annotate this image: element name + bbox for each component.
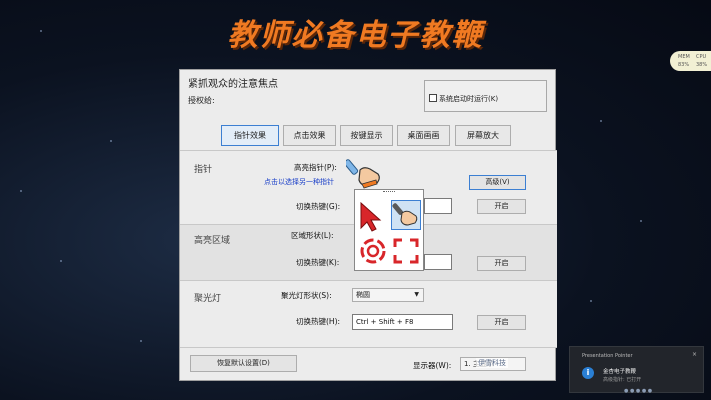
pointer-hotkey-field[interactable] [424,198,452,214]
display-label: 显示器(W): [413,361,452,370]
area-shape-label: 区域形状(L): [291,231,334,240]
spotlight-shape-value: 椭圆 [356,291,370,299]
star [600,120,602,122]
mem-value: 83% [678,62,690,68]
info-icon: i [582,367,594,379]
target-ring-icon[interactable] [359,237,387,265]
slide-controls[interactable]: ● ● ● ● ● [624,388,652,394]
pointer-section-title: 指针 [194,165,213,175]
popup-drag-handle[interactable] [383,191,395,194]
hand-pointer-icon[interactable] [343,156,386,190]
reset-defaults-button[interactable]: 恢复默认设置(D) [190,355,297,372]
spotlight-shape-select[interactable]: 椭圆 ▼ [352,288,424,302]
area-hotkey-label: 切换热键(K): [296,258,340,267]
star [640,220,642,222]
cpu-value: 38% [696,62,708,68]
settings-dialog: 紧抓观众的注意焦点 授权给: 系统启动时运行(K) 指针效果 点击效果 按键显示… [179,69,557,381]
watermark: 伊雪科技 [476,358,508,368]
spotlight-hotkey-label: 切换热键(H): [296,317,341,326]
star [140,340,142,342]
star [60,260,62,262]
startup-checkbox-label: 系统启动时运行(K) [439,95,499,103]
startup-checkbox[interactable]: 系统启动时运行(K) [429,94,498,104]
banner-title: 教师必备电子教鞭 [227,18,484,53]
checkbox-icon[interactable] [429,94,437,102]
toast-app-name: Presentation Pointer [582,353,633,359]
spotlight-title: 聚光灯 [194,294,222,304]
star [590,300,592,302]
tab-pointer-effect[interactable]: 指针效果 [221,125,279,146]
area-toggle-button[interactable]: 开启 [477,256,526,271]
author-label: 授权给: [188,96,215,105]
advanced-button[interactable]: 高级(V) [469,175,526,190]
spotlight-hotkey-field[interactable]: Ctrl + Shift + F8 [352,314,453,330]
star [20,190,22,192]
spotlight-toggle-button[interactable]: 开启 [477,315,526,330]
tab-click-effect[interactable]: 点击效果 [283,125,336,146]
spotlight-shape-label: 聚光灯形状(S): [281,291,332,300]
mem-label: MEM [678,54,690,60]
cpu-label: CPU [696,54,707,60]
tab-desktop-draw[interactable]: 桌面画画 [397,125,450,146]
star [110,140,112,142]
corner-frame-icon[interactable] [392,237,420,265]
toast-message: 高级指针: 已打开 [603,377,642,383]
tab-key-display[interactable]: 按键显示 [340,125,393,146]
pointer-toggle-button[interactable]: 开启 [477,199,526,214]
chevron-down-icon: ▼ [414,291,419,298]
system-monitor-widget[interactable]: MEM 83% CPU 38% [670,51,711,71]
toast-title: 金杏电子教鞭 [603,369,637,375]
footer-divider [180,347,557,348]
highlight-area-title: 高亮区域 [194,236,231,246]
pointer-picker-popup [354,189,424,271]
select-pointer-link[interactable]: 点击以选择另一种指针 [264,177,334,187]
hand-pointer-option-icon[interactable] [391,200,421,230]
toast-notification[interactable]: Presentation Pointer × i 金杏电子教鞭 高级指针: 已打… [569,346,704,393]
pointer-hotkey-label: 切换热键(G): [296,202,341,211]
close-icon[interactable]: × [692,351,697,358]
area-hotkey-field[interactable] [424,254,452,270]
tab-screen-zoom[interactable]: 屏幕放大 [455,125,511,146]
dialog-title: 紧抓观众的注意焦点 [188,79,278,90]
highlight-pointer-label: 高亮指针(P): [294,163,337,172]
red-arrow-cursor-icon[interactable] [359,201,385,232]
